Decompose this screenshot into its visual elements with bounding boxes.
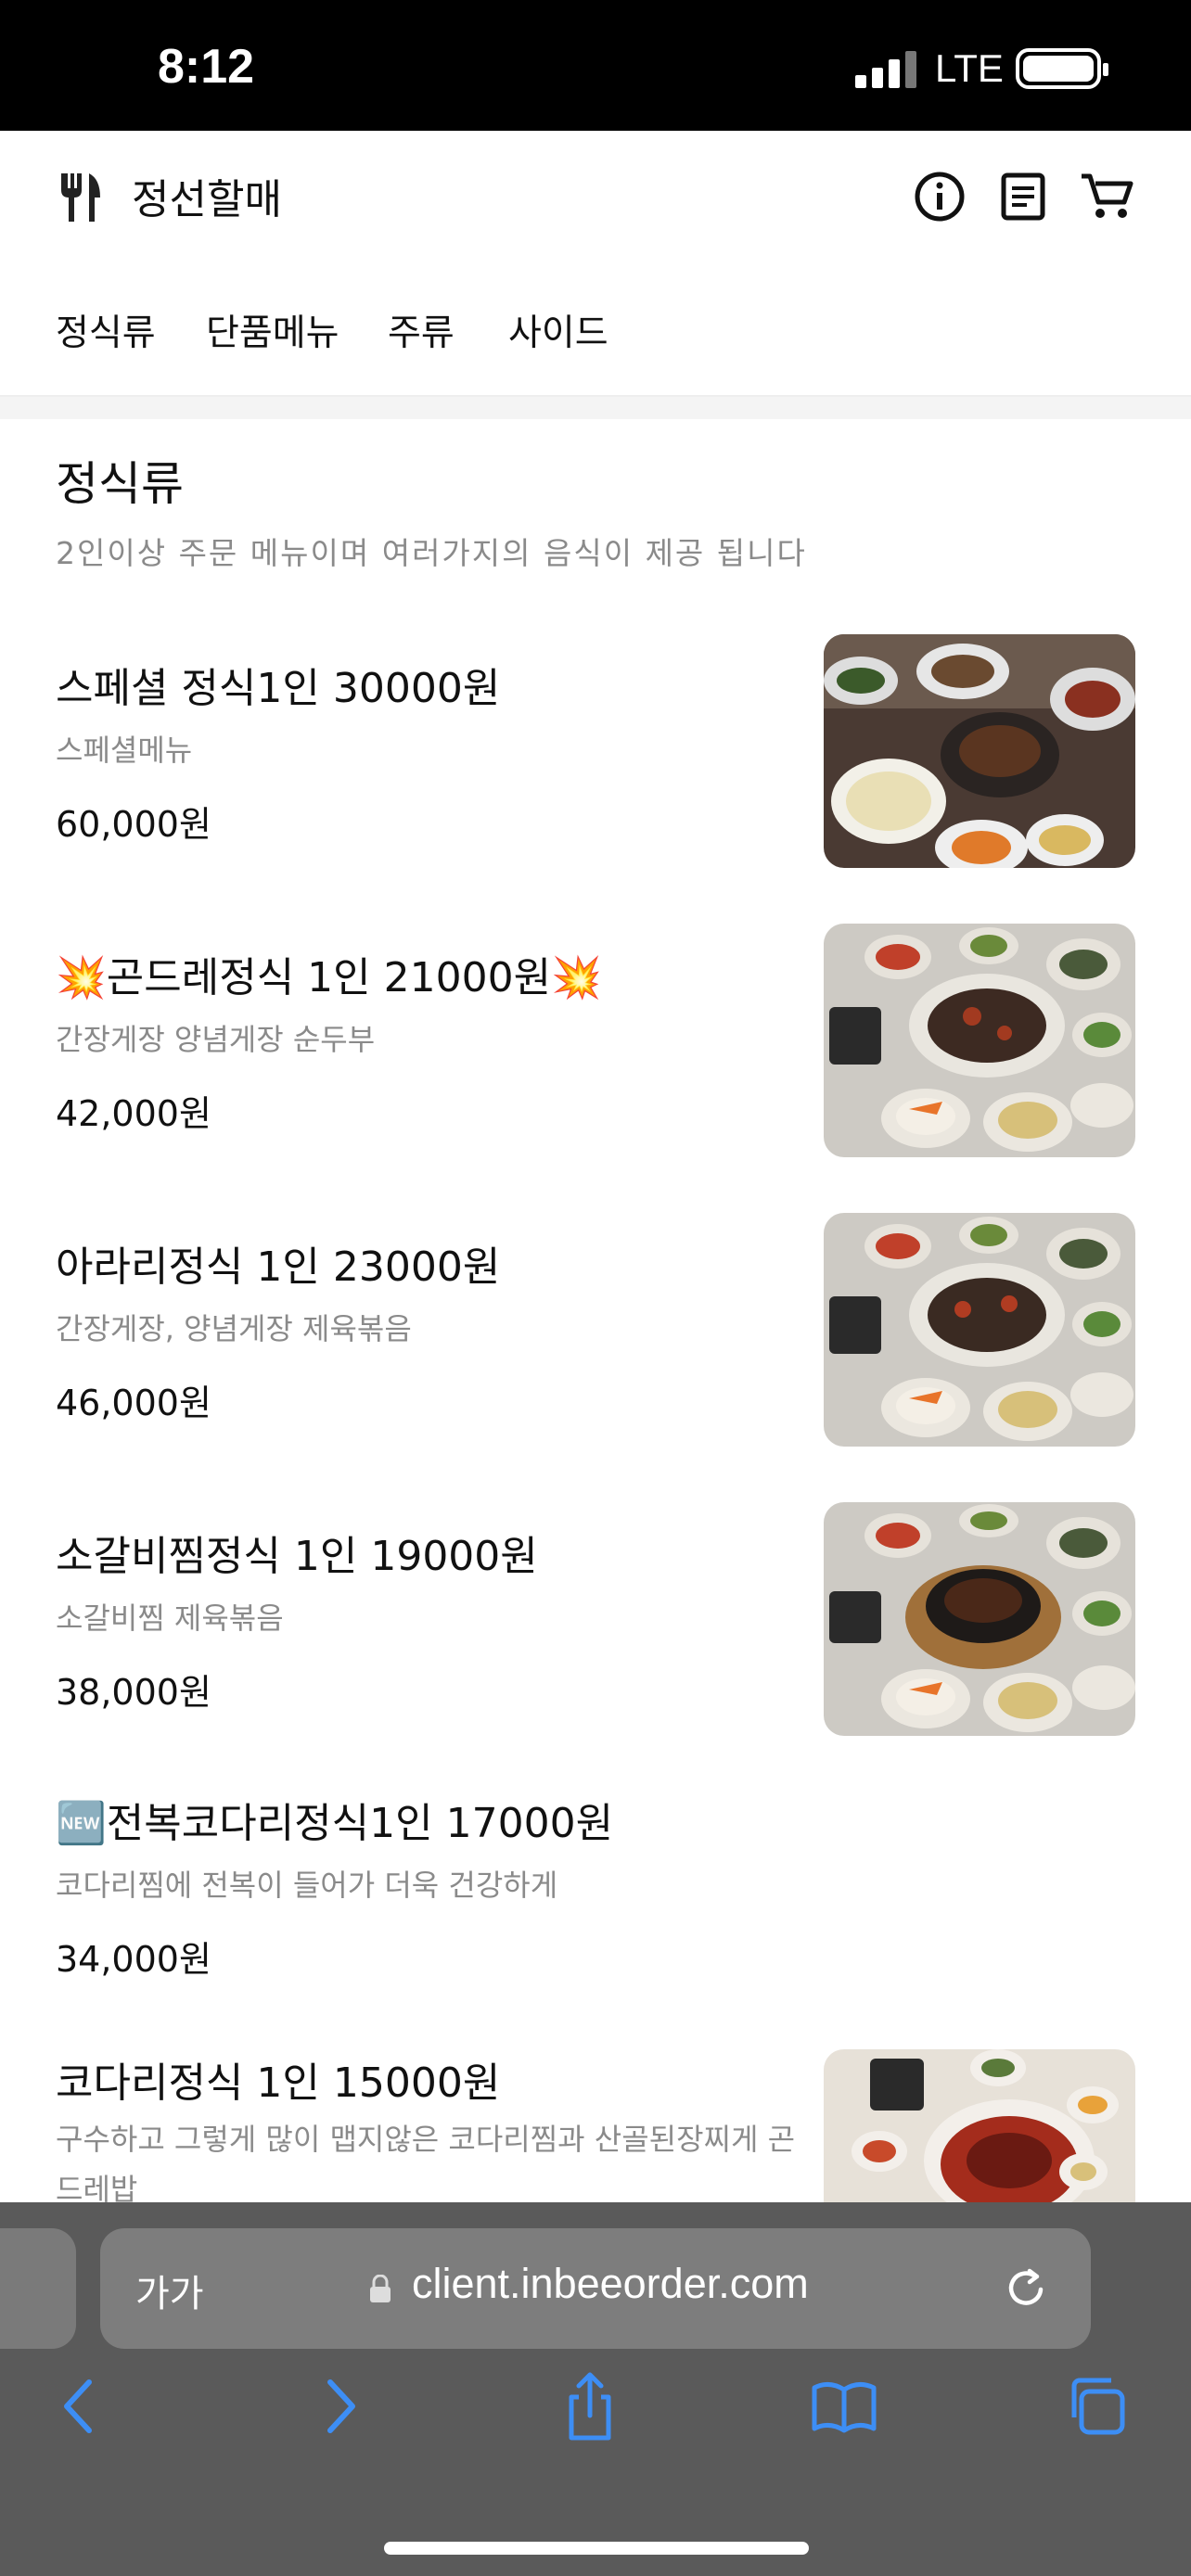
store-name: 정선할매 [132, 176, 282, 223]
status-time: 8:12 [158, 40, 255, 94]
tab-drinks[interactable]: 주류 [388, 304, 455, 356]
section-divider [0, 397, 1191, 419]
cart-button[interactable] [1076, 166, 1137, 227]
address-bar[interactable]: 가가 client.inbeeorder.com [100, 2228, 1091, 2349]
url-text: client.inbeeorder.com [412, 2260, 809, 2307]
item-name: 💥곤드레정식 1인 21000원💥 [56, 954, 602, 1001]
back-icon[interactable] [43, 2369, 117, 2443]
item-photo [824, 634, 1135, 868]
item-name: 🆕전복코다리정식1인 17000원 [56, 1800, 614, 1847]
reader-text-button[interactable]: 가가 [135, 2264, 204, 2317]
section-title: 정식류 [56, 457, 184, 511]
share-icon[interactable] [553, 2369, 627, 2443]
item-price: 34,000원 [56, 1939, 211, 1980]
item-description: 간장게장, 양념게장 제육볶음 [56, 1311, 412, 1346]
item-price: 38,000원 [56, 1672, 211, 1713]
tabs-icon[interactable] [1061, 2369, 1135, 2443]
lock-icon [370, 2275, 391, 2302]
info-icon [915, 172, 965, 222]
category-tabs: 정식류 단품메뉴 주류 사이드 [0, 265, 1191, 397]
info-button[interactable] [909, 166, 970, 227]
item-name: 소갈비찜정식 1인 19000원 [56, 1533, 538, 1580]
item-description: 간장게장 양념게장 순두부 [56, 1022, 376, 1057]
item-description: 코다리찜에 전복이 들어가 더욱 건강하게 [56, 1868, 558, 1903]
utensils-icon [61, 173, 100, 222]
bookmarks-icon[interactable] [807, 2369, 881, 2443]
tab-set-menu[interactable]: 정식류 [56, 304, 156, 356]
item-description: 스페셜메뉴 [56, 733, 193, 768]
item-photo [824, 1213, 1135, 1447]
item-photo [824, 924, 1135, 1157]
browser-toolbar: 가가 client.inbeeorder.com [0, 2202, 1191, 2576]
item-name: 코다리정식 1인 15000원 [56, 2060, 501, 2107]
section-description: 2인이상 주문 메뉴이며 여러가지의 음식이 제공 됩니다 [56, 535, 807, 571]
reload-icon[interactable] [1002, 2264, 1052, 2314]
cart-icon [1082, 173, 1133, 218]
previous-tab-preview[interactable] [0, 2228, 76, 2349]
item-description: 소갈비찜 제육볶음 [56, 1600, 284, 1636]
signal-icon [855, 51, 916, 88]
app-header: 정선할매 [0, 131, 1191, 265]
tab-side[interactable]: 사이드 [508, 304, 608, 356]
item-description: 구수하고 그렇게 많이 맵지않은 코다리찜과 산골된장찌게 곤드레밥 [56, 2122, 796, 2207]
status-bar: 8:12 LTE [0, 0, 1191, 131]
receipt-icon [1001, 172, 1045, 221]
forward-icon[interactable] [302, 2369, 377, 2443]
order-list-button[interactable] [992, 166, 1054, 227]
item-price: 46,000원 [56, 1383, 211, 1423]
item-photo [824, 1502, 1135, 1736]
item-name: 스페셜 정식1인 30000원 [56, 665, 501, 712]
battery-icon [1016, 48, 1108, 89]
item-price: 60,000원 [56, 804, 211, 845]
home-indicator [384, 2542, 809, 2555]
item-price: 42,000원 [56, 1093, 211, 1134]
network-label: LTE [935, 46, 1004, 90]
item-name: 아라리정식 1인 23000원 [56, 1243, 501, 1291]
item-photo [824, 2049, 1135, 2207]
tab-single-menu[interactable]: 단품메뉴 [206, 304, 339, 356]
